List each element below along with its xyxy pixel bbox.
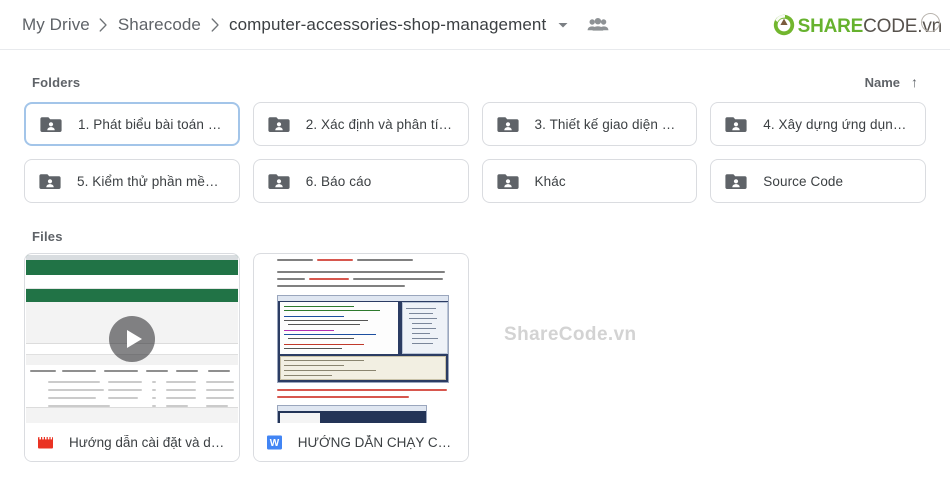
play-triangle-icon — [126, 330, 142, 348]
svg-text:W: W — [270, 438, 280, 449]
sort-label: Name — [864, 74, 900, 90]
folder-name: 5. Kiểm thử phần mềm (9... — [77, 173, 225, 189]
folder-name: 3. Thiết kế giao diện _ Cơ ... — [534, 116, 683, 132]
shared-folder-icon — [39, 172, 61, 190]
sharecode-logo[interactable]: SHARECODE.vn — [773, 9, 942, 41]
chevron-down-icon[interactable] — [557, 19, 569, 31]
file-card-footer: Hướng dẫn cài đặt và de... — [25, 423, 239, 461]
shared-folder-icon — [268, 115, 290, 133]
shared-folder-icon — [496, 172, 519, 190]
shared-folder-icon — [725, 115, 747, 133]
folder-card[interactable]: 2. Xác định và phân tích y... — [252, 102, 469, 146]
word-document-preview — [254, 255, 467, 423]
logo-ring-decoration — [921, 13, 940, 32]
top-bar: My Drive Sharecode computer-accessories-… — [0, 0, 950, 50]
shared-folder-icon — [496, 115, 519, 133]
people-shared-icon[interactable] — [587, 17, 609, 33]
logo-text-share: SHARE — [797, 15, 864, 37]
breadcrumb: My Drive Sharecode computer-accessories-… — [0, 13, 609, 37]
folder-card[interactable]: 6. Báo cáo — [252, 159, 469, 203]
file-thumbnail-document[interactable] — [254, 255, 467, 423]
folder-name: Source Code — [763, 173, 844, 189]
file-card[interactable]: W HƯỚNG DẪN CHẠY CHƯ... — [252, 253, 469, 462]
content-area: Folders Name ↑ 1. Phát biểu bài toán và … — [0, 62, 950, 462]
folder-name: 1. Phát biểu bài toán và t... — [78, 116, 224, 132]
video-file-icon — [37, 434, 54, 451]
folder-card[interactable]: 4. Xây dựng ứng dụng mi... — [710, 102, 926, 146]
folder-name: 6. Báo cáo — [305, 173, 372, 189]
folder-card[interactable]: 5. Kiểm thử phần mềm (9... — [24, 159, 240, 203]
folder-name: 4. Xây dựng ứng dụng mi... — [763, 116, 911, 132]
folder-card[interactable]: Khác — [481, 159, 698, 203]
folder-card[interactable]: Source Code — [710, 159, 926, 203]
shared-folder-icon — [40, 115, 62, 133]
shared-folder-icon — [725, 172, 747, 190]
files-section-header: Files — [16, 219, 934, 253]
folder-name: 2. Xác định và phân tích y... — [305, 116, 454, 132]
files-grid: Hướng dẫn cài đặt và de... W HƯỚNG DẪN C… — [16, 253, 934, 462]
file-card[interactable]: Hướng dẫn cài đặt và de... — [24, 253, 240, 462]
file-name: Hướng dẫn cài đặt và de... — [69, 435, 227, 450]
file-name: HƯỚNG DẪN CHẠY CHƯ... — [297, 435, 456, 450]
play-button[interactable] — [108, 316, 155, 362]
sharecode-recycle-logo-icon — [773, 14, 795, 36]
folder-card[interactable]: 3. Thiết kế giao diện _ Cơ ... — [481, 102, 698, 146]
breadcrumb-item-sharecode[interactable]: Sharecode — [116, 13, 203, 37]
breadcrumb-item-current-folder[interactable]: computer-accessories-shop-management — [227, 13, 548, 37]
sort-ascending-icon: ↑ — [911, 74, 918, 90]
breadcrumb-separator-icon — [203, 17, 227, 32]
breadcrumb-separator-icon — [92, 17, 116, 32]
files-section-title: Files — [32, 228, 63, 244]
folders-grid: 1. Phát biểu bài toán và t... 2. Xác địn… — [16, 102, 934, 203]
breadcrumb-item-my-drive[interactable]: My Drive — [20, 13, 92, 37]
folder-name: Khác — [534, 173, 566, 189]
word-document-icon: W — [266, 434, 283, 451]
watermark-middle: ShareCode.vn — [504, 324, 637, 345]
folder-card[interactable]: 1. Phát biểu bài toán và t... — [24, 102, 240, 146]
folders-section-header: Folders Name ↑ — [16, 62, 934, 102]
file-card-footer: W HƯỚNG DẪN CHẠY CHƯ... — [253, 423, 468, 461]
file-thumbnail-video[interactable] — [26, 255, 238, 423]
logo-text-code: CODE — [863, 15, 918, 37]
sort-control[interactable]: Name ↑ — [865, 75, 926, 90]
folders-section-title: Folders — [32, 74, 81, 90]
shared-folder-icon — [268, 172, 290, 190]
